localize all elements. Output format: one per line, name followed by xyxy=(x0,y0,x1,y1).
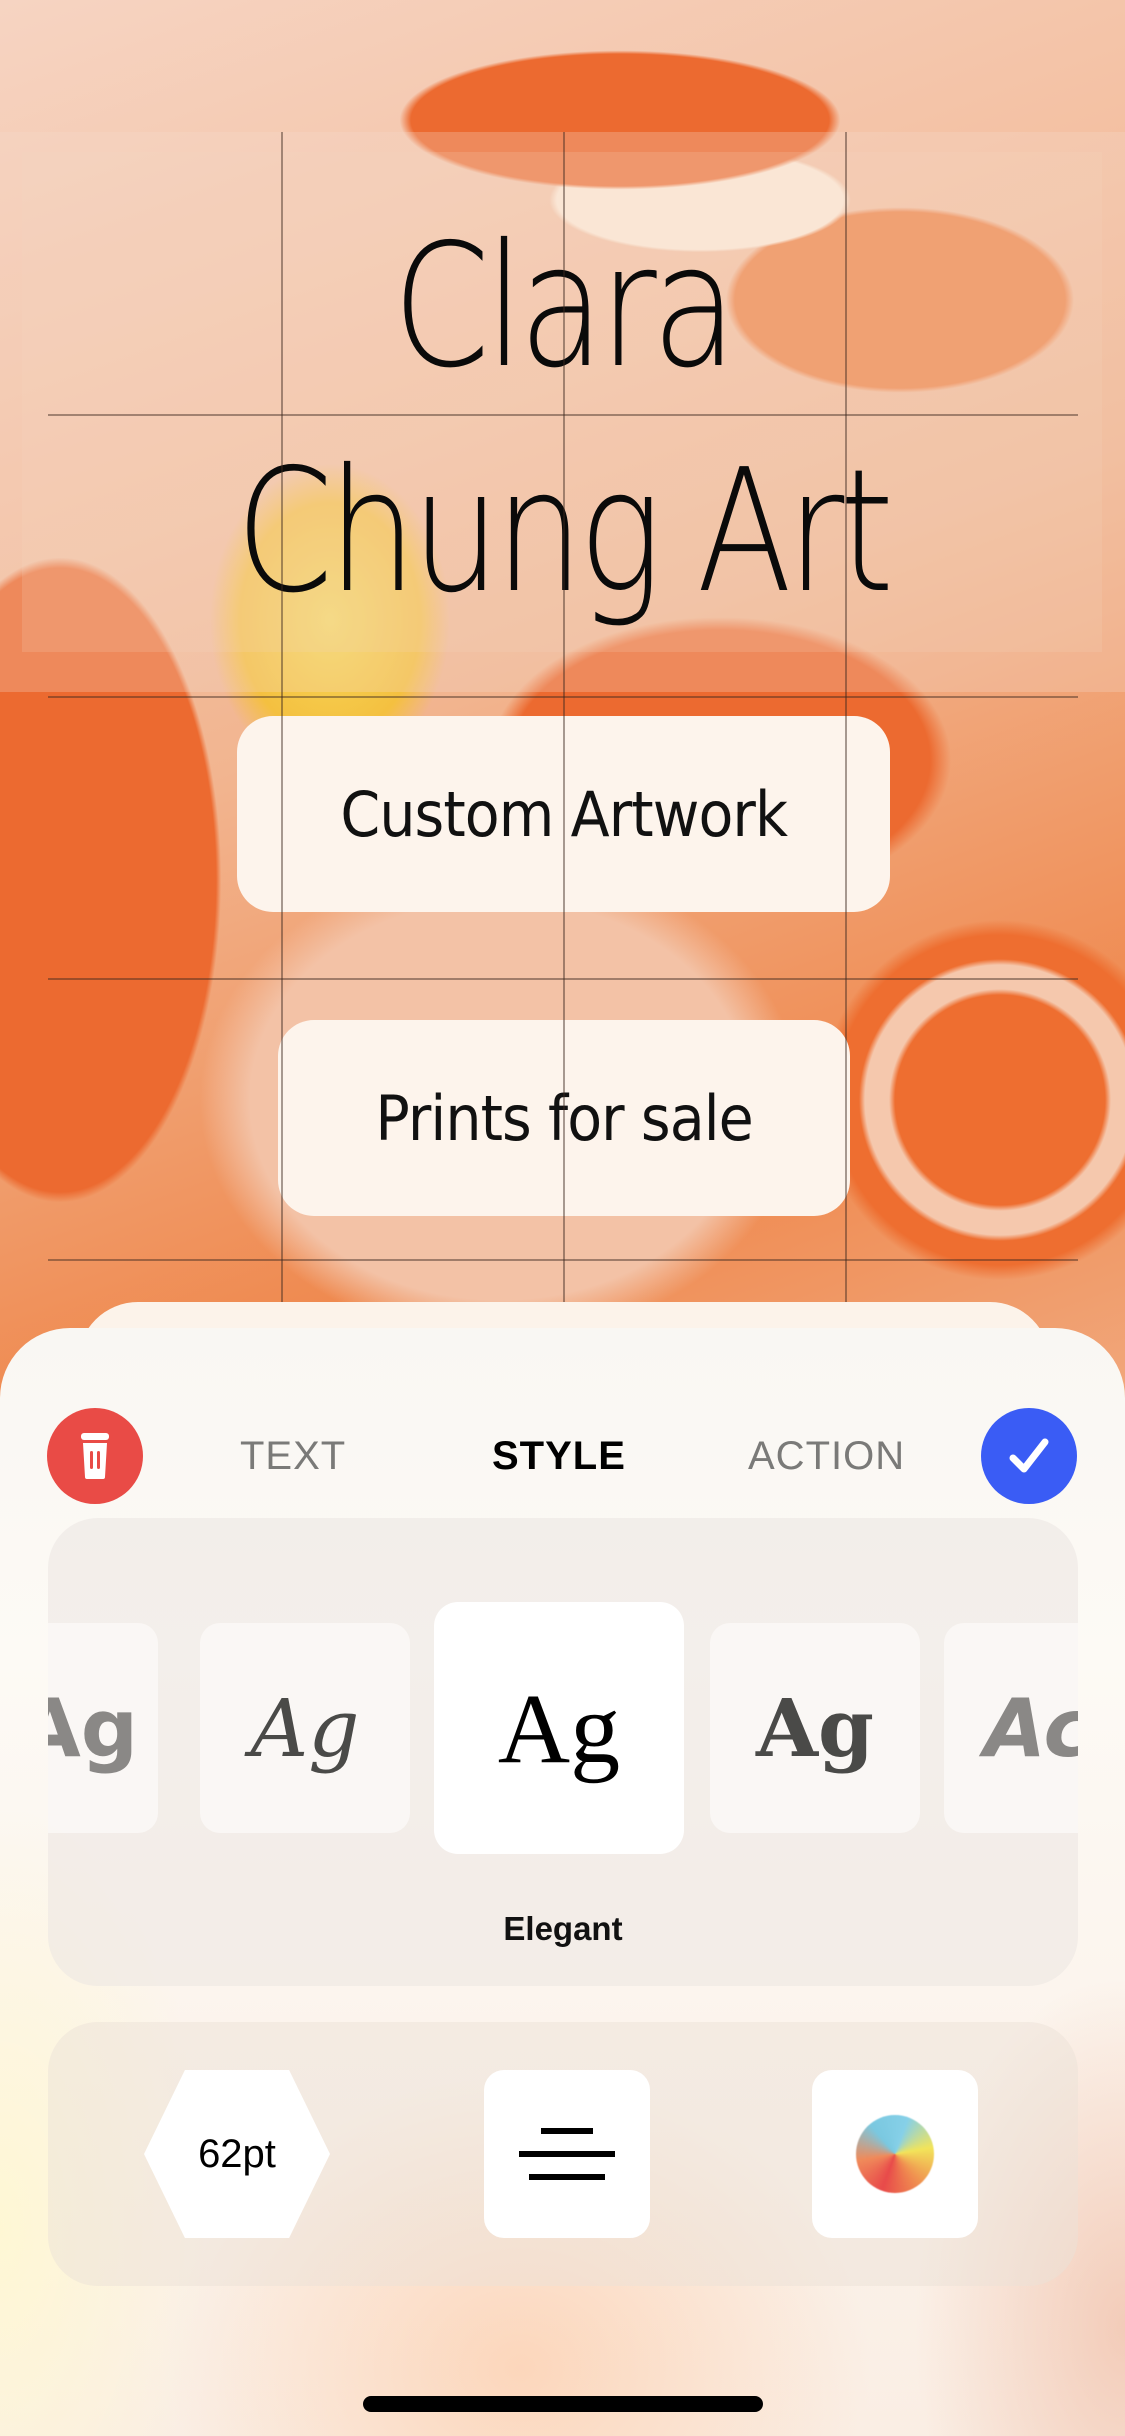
grid-line-vertical xyxy=(281,132,283,1332)
text-align-button[interactable] xyxy=(484,2070,650,2238)
trash-icon xyxy=(81,1433,109,1479)
font-size-value: 62pt xyxy=(198,2131,276,2176)
delete-button[interactable] xyxy=(47,1408,143,1504)
tab-style[interactable]: STYLE xyxy=(492,1424,626,1488)
home-indicator[interactable] xyxy=(363,2396,763,2412)
checkmark-icon xyxy=(1009,1438,1049,1473)
style-editor-sheet: TEXT STYLE ACTION Ag Ag Ag Ag Ac Elegant… xyxy=(0,1328,1125,2436)
font-size-button[interactable]: 62pt xyxy=(144,2070,330,2238)
text-color-button[interactable] xyxy=(812,2070,978,2238)
font-option-script[interactable]: Ag xyxy=(200,1623,410,1833)
font-option-brush[interactable]: Ac xyxy=(944,1623,1078,1833)
tab-text[interactable]: TEXT xyxy=(240,1424,346,1488)
text-tools-row: 62pt xyxy=(48,2022,1078,2286)
editor-header: TEXT STYLE ACTION xyxy=(0,1328,1125,1528)
grid-line-horizontal xyxy=(48,696,1078,698)
align-center-icon xyxy=(519,2128,615,2180)
grid-line-horizontal xyxy=(48,1259,1078,1261)
grid-line-vertical xyxy=(845,132,847,1332)
font-option-bold-sans[interactable]: Ag xyxy=(48,1623,158,1833)
tab-action[interactable]: ACTION xyxy=(748,1424,905,1488)
color-wheel-icon xyxy=(856,2115,934,2193)
grid-line-horizontal xyxy=(48,414,1078,416)
selected-font-name: Elegant xyxy=(503,1910,623,1947)
font-picker[interactable]: Ag Ag Ag Ag Ac Elegant xyxy=(48,1518,1078,1986)
grid-line-vertical xyxy=(563,132,565,1332)
confirm-button[interactable] xyxy=(981,1408,1077,1504)
font-option-classic-serif[interactable]: Ag xyxy=(710,1623,920,1833)
font-option-elegant[interactable]: Ag xyxy=(434,1602,684,1854)
grid-line-horizontal xyxy=(48,978,1078,980)
